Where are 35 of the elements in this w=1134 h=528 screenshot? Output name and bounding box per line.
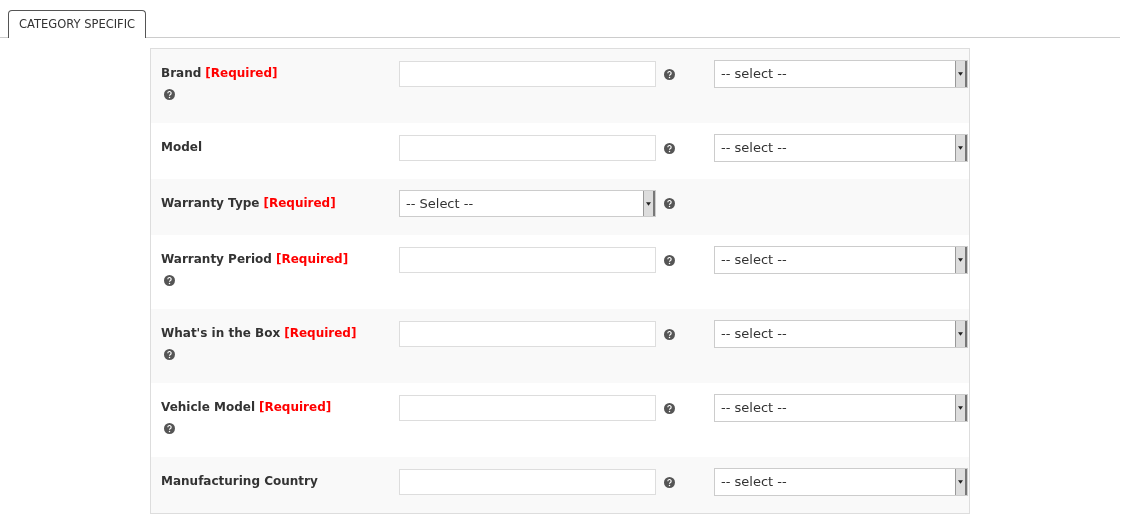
caret-icon [955, 61, 967, 87]
field-label: Warranty Period [Required] [161, 251, 350, 268]
select-dropdown[interactable]: -- select -- [714, 394, 968, 422]
text-field[interactable] [399, 469, 656, 495]
text-field[interactable] [399, 321, 656, 347]
help-icon [664, 142, 675, 154]
caret-icon [955, 247, 967, 273]
help-icon [664, 68, 675, 80]
help-icon [664, 328, 675, 340]
select-dropdown[interactable]: -- select -- [714, 468, 968, 496]
field-label: Manufacturing Country [161, 473, 319, 490]
field-label: Model [161, 139, 204, 156]
text-field[interactable] [399, 395, 656, 421]
help-icon [664, 254, 675, 266]
field-label: Vehicle Model [Required] [161, 399, 333, 416]
select-dropdown[interactable]: -- select -- [714, 246, 968, 274]
text-field[interactable] [399, 61, 656, 87]
select-dropdown[interactable]: -- select -- [714, 60, 968, 88]
caret-icon [955, 135, 967, 161]
text-field[interactable] [399, 247, 656, 273]
select-dropdown[interactable]: -- select -- [714, 320, 968, 348]
caret-icon [955, 395, 967, 421]
help-icon [664, 402, 675, 414]
caret-icon [643, 191, 655, 216]
caret-icon [955, 469, 967, 495]
help-icon [664, 198, 675, 209]
text-field[interactable] [399, 135, 656, 161]
select-dropdown[interactable]: -- select -- [714, 134, 968, 162]
tab[interactable]: CATEGORY SPECIFIC [8, 10, 147, 38]
help-icon [664, 476, 675, 488]
field-label: Warranty Type [Required] [161, 195, 337, 212]
field-label: What's in the Box [Required] [161, 325, 358, 342]
field-label: Brand [Required] [161, 65, 279, 82]
select-dropdown[interactable]: -- Select -- [399, 190, 656, 217]
caret-icon [955, 321, 967, 347]
